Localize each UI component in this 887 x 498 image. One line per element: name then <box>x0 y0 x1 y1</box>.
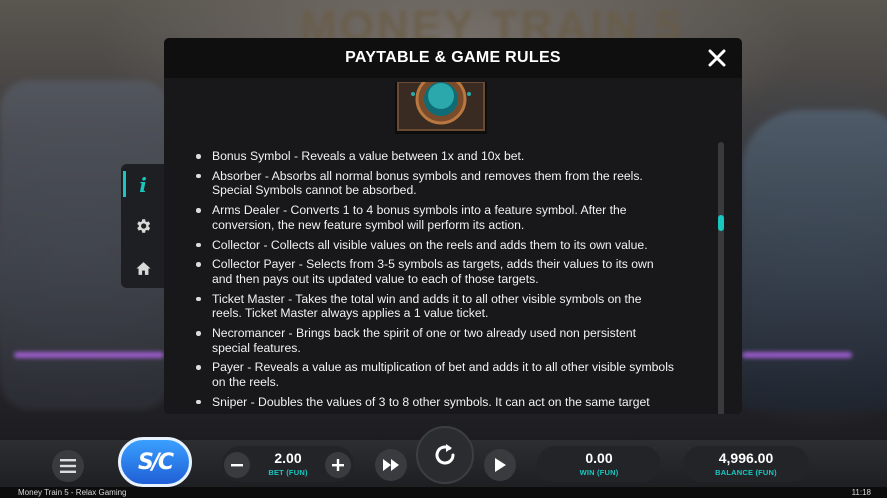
win-label: WIN (FUN) <box>579 468 619 477</box>
list-item: Payer - Reveals a value as multiplicatio… <box>194 360 674 389</box>
play-icon <box>495 458 506 472</box>
background-glow <box>742 352 852 358</box>
clock-label: 11:18 <box>851 488 871 497</box>
list-item: Bonus Symbol - Reveals a value between 1… <box>194 149 674 164</box>
scrollbar-track[interactable] <box>718 142 724 414</box>
list-item: Collector Payer - Selects from 3-5 symbo… <box>194 257 674 286</box>
list-item: Absorber - Absorbs all normal bonus symb… <box>194 169 674 198</box>
list-item: Ticket Master - Takes the total win and … <box>194 292 674 321</box>
balance-value: 4,996.00 <box>718 450 774 466</box>
home-icon <box>135 261 151 275</box>
modal-title: PAYTABLE & GAME RULES <box>345 49 561 66</box>
paytable-modal: PAYTABLE & GAME RULES Bonus Symbol - Rev… <box>164 38 742 414</box>
list-item: Arms Dealer - Converts 1 to 4 bonus symb… <box>194 203 674 232</box>
decrease-bet-button[interactable] <box>224 452 250 478</box>
fast-forward-icon <box>383 459 399 471</box>
win-value: 0.00 <box>585 450 613 466</box>
info-icon: i <box>139 173 147 197</box>
rules-list: Bonus Symbol - Reveals a value between 1… <box>194 149 674 414</box>
sc-logo-button[interactable]: S/C <box>118 437 192 487</box>
plus-icon <box>332 459 344 471</box>
balance-label: BALANCE (FUN) <box>715 468 777 477</box>
spin-icon <box>435 444 455 465</box>
balance-panel: 4,996.00 BALANCE (FUN) <box>683 446 809 482</box>
scrollbar-thumb[interactable] <box>718 215 724 231</box>
modal-header: PAYTABLE & GAME RULES <box>164 38 742 78</box>
close-icon[interactable] <box>708 49 726 67</box>
hamburger-icon <box>60 459 76 473</box>
menu-button[interactable] <box>52 450 84 482</box>
increase-bet-button[interactable] <box>325 452 351 478</box>
background-machine-right <box>742 110 887 410</box>
turbo-button[interactable] <box>375 449 407 481</box>
settings-button[interactable] <box>129 212 157 240</box>
list-item: Necromancer - Brings back the spirit of … <box>194 326 674 355</box>
status-bar: Money Train 5 - Relax Gaming 11:18 <box>0 487 887 498</box>
background-glow <box>14 352 164 358</box>
game-name-label: Money Train 5 - Relax Gaming <box>18 488 127 497</box>
list-item: Collector - Collects all visible values … <box>194 238 674 253</box>
gear-icon <box>137 219 151 233</box>
spin-button[interactable] <box>416 426 474 484</box>
list-item: Sniper - Doubles the values of 3 to 8 ot… <box>194 395 674 410</box>
win-panel: 0.00 WIN (FUN) <box>537 446 661 482</box>
modal-content[interactable]: Bonus Symbol - Reveals a value between 1… <box>164 78 742 414</box>
minus-icon <box>231 464 243 467</box>
home-button[interactable] <box>129 254 157 282</box>
logo-text: S/C <box>137 449 174 475</box>
side-menu: i <box>121 164 165 288</box>
active-indicator <box>123 171 126 197</box>
porthole-symbol-icon <box>395 82 487 134</box>
info-button[interactable]: i <box>129 171 157 199</box>
autoplay-button[interactable] <box>484 449 516 481</box>
